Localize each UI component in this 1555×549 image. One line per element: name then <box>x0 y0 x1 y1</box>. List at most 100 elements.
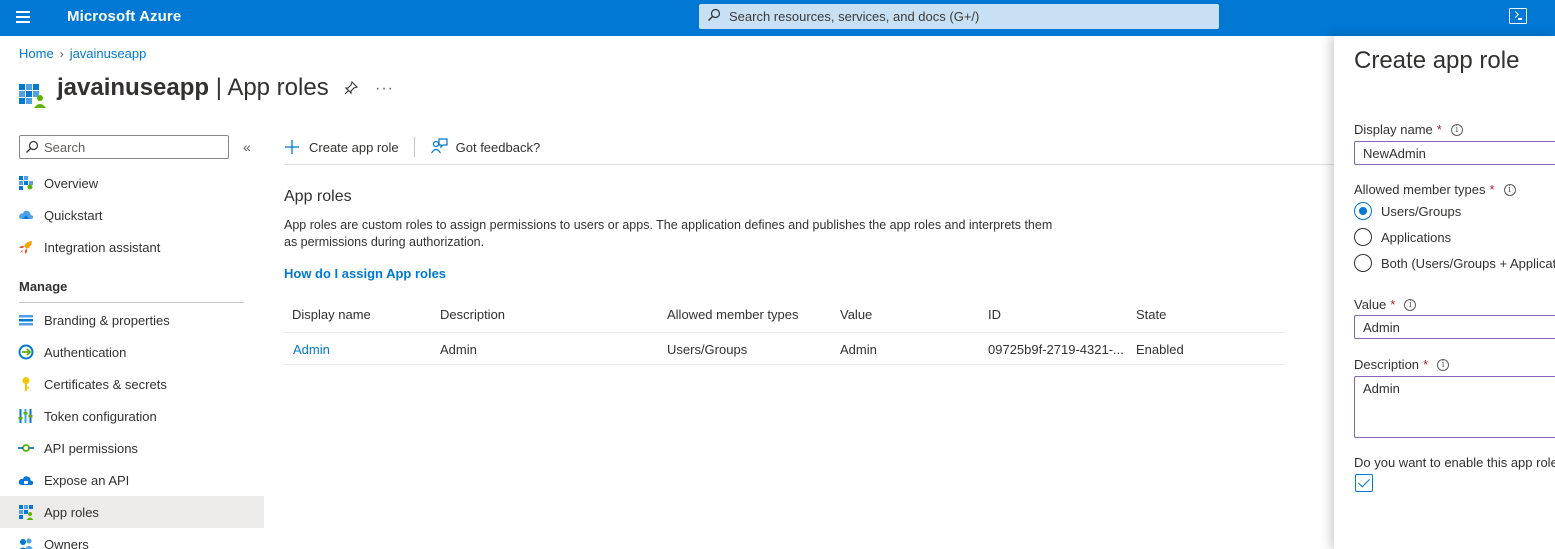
column-header-description[interactable]: Description <box>440 307 505 322</box>
info-icon[interactable]: i <box>1404 298 1417 311</box>
column-header-value[interactable]: Value <box>840 307 872 322</box>
cloud-api-icon <box>18 476 34 485</box>
collapse-nav-button[interactable]: « <box>243 139 251 155</box>
sidebar-item-label: Certificates & secrets <box>44 376 167 392</box>
sidebar-item-label: Integration assistant <box>44 239 161 255</box>
column-header-id[interactable]: ID <box>988 307 1001 322</box>
authentication-icon <box>18 344 34 360</box>
radio-applications[interactable]: Applications <box>1354 228 1451 246</box>
page-title: javainuseapp | App roles <box>57 74 329 102</box>
divider <box>284 332 1284 333</box>
radio-both[interactable]: Both (Users/Groups + Applications) <box>1354 254 1555 272</box>
table-cell-value: Admin <box>840 342 877 357</box>
sidebar-item-overview[interactable]: Overview <box>0 167 264 199</box>
page-title-app: javainuseapp <box>57 74 210 101</box>
brand-title[interactable]: Microsoft Azure <box>67 8 181 25</box>
sidebar-item-quickstart[interactable]: Quickstart <box>0 199 264 231</box>
table-cell-display-name[interactable]: Admin <box>293 342 330 357</box>
radio-users-groups[interactable]: Users/Groups <box>1354 202 1461 220</box>
sidebar-item-label: Owners <box>44 536 89 549</box>
sidebar-item-owners[interactable]: Owners <box>0 528 264 549</box>
sidebar-item-expose-api[interactable]: Expose an API <box>0 464 264 496</box>
display-name-value: NewAdmin <box>1363 146 1426 161</box>
menu-icon[interactable] <box>16 11 30 23</box>
breadcrumb-app[interactable]: javainuseapp <box>70 46 147 61</box>
value-label-text: Value <box>1354 297 1387 312</box>
sidebar-item-api-permissions[interactable]: API permissions <box>0 432 264 464</box>
overview-icon <box>19 176 33 190</box>
description-label: Description * i <box>1354 357 1450 372</box>
display-name-label-text: Display name <box>1354 122 1433 137</box>
feedback-button[interactable]: Got feedback? <box>430 138 541 156</box>
search-icon <box>26 140 39 153</box>
display-name-field[interactable]: NewAdmin <box>1354 141 1555 165</box>
value-field[interactable]: Admin <box>1354 315 1555 339</box>
radio-empty-icon <box>1354 254 1372 272</box>
table-cell-member-types: Users/Groups <box>667 342 748 357</box>
column-header-state[interactable]: State <box>1136 307 1166 322</box>
sidebar-item-authentication[interactable]: Authentication <box>0 336 264 368</box>
description-line: App roles are custom roles to assign per… <box>284 218 1053 232</box>
value-field-value: Admin <box>1363 320 1400 335</box>
sidebar-item-app-roles[interactable]: App roles <box>0 496 264 528</box>
breadcrumb-home[interactable]: Home <box>19 46 54 61</box>
sidebar-item-certificates[interactable]: Certificates & secrets <box>0 368 264 400</box>
page-title-separator: | <box>209 74 228 101</box>
global-search-placeholder: Search resources, services, and docs (G+… <box>729 9 980 24</box>
owners-icon <box>19 538 33 549</box>
info-icon[interactable]: i <box>1503 183 1516 196</box>
description-textarea[interactable]: Admin <box>1354 376 1555 438</box>
chevron-right-icon: › <box>59 46 64 61</box>
cloud-icon <box>19 210 34 219</box>
column-header-display-name[interactable]: Display name <box>292 307 371 322</box>
nav-search-placeholder: Search <box>44 140 86 155</box>
more-options-icon[interactable]: ··· <box>375 80 394 98</box>
global-search-input[interactable]: Search resources, services, and docs (G+… <box>699 4 1219 29</box>
sidebar-item-label: Overview <box>44 175 99 191</box>
required-mark: * <box>1423 357 1429 372</box>
sidebar-item-label: Quickstart <box>44 207 103 223</box>
divider <box>284 364 1284 365</box>
sidebar-item-branding[interactable]: Branding & properties <box>0 304 264 336</box>
feedback-label: Got feedback? <box>455 139 541 155</box>
how-to-assign-link[interactable]: How do I assign App roles <box>284 266 446 281</box>
required-mark: * <box>1436 122 1442 137</box>
required-mark: * <box>1489 182 1495 197</box>
sidebar-item-label: Expose an API <box>44 472 130 488</box>
info-icon[interactable]: i <box>1437 358 1450 371</box>
sidebar-item-label: Authentication <box>44 344 127 360</box>
sidebar-item-label: Token configuration <box>44 408 157 424</box>
create-app-role-button[interactable]: Create app role <box>284 139 399 155</box>
top-bar: Microsoft Azure Search resources, servic… <box>0 0 1555 36</box>
radio-selected-icon <box>1354 202 1372 220</box>
info-icon[interactable]: i <box>1450 123 1463 136</box>
sidebar-item-integration-assistant[interactable]: Integration assistant <box>0 231 264 263</box>
feedback-icon <box>430 138 448 154</box>
divider <box>19 302 244 303</box>
enable-role-label: Do you want to enable this app role? <box>1354 455 1555 470</box>
value-label: Value * i <box>1354 297 1417 312</box>
table-cell-state: Enabled <box>1136 342 1184 357</box>
pin-icon[interactable] <box>343 80 359 96</box>
sidebar-item-label: App roles <box>44 504 99 520</box>
member-types-label: Allowed member types * i <box>1354 182 1516 197</box>
create-app-role-label: Create app role <box>309 139 399 155</box>
enable-role-checkbox[interactable] <box>1355 474 1373 492</box>
divider <box>284 164 1334 165</box>
create-app-role-panel: Create app role Display name * i NewAdmin … <box>1334 36 1555 549</box>
nav-section-manage: Manage <box>19 279 68 294</box>
cloud-shell-icon[interactable] <box>1509 8 1527 24</box>
table-cell-id: 09725b9f-2719-4321-... <box>988 342 1124 357</box>
command-bar: Create app role Got feedback? <box>284 133 540 161</box>
column-header-allowed-member-types[interactable]: Allowed member types <box>667 307 799 322</box>
radio-empty-icon <box>1354 228 1372 246</box>
description-line: as permissions during authorization. <box>284 235 485 249</box>
key-icon <box>22 377 30 391</box>
nav-search-input[interactable]: Search <box>19 135 229 159</box>
section-heading: App roles <box>284 188 352 205</box>
divider <box>413 137 415 157</box>
member-types-label-text: Allowed member types <box>1354 182 1486 197</box>
sidebar-item-token-configuration[interactable]: Token configuration <box>0 400 264 432</box>
required-mark: * <box>1390 297 1396 312</box>
app-registration-icon <box>19 84 46 108</box>
